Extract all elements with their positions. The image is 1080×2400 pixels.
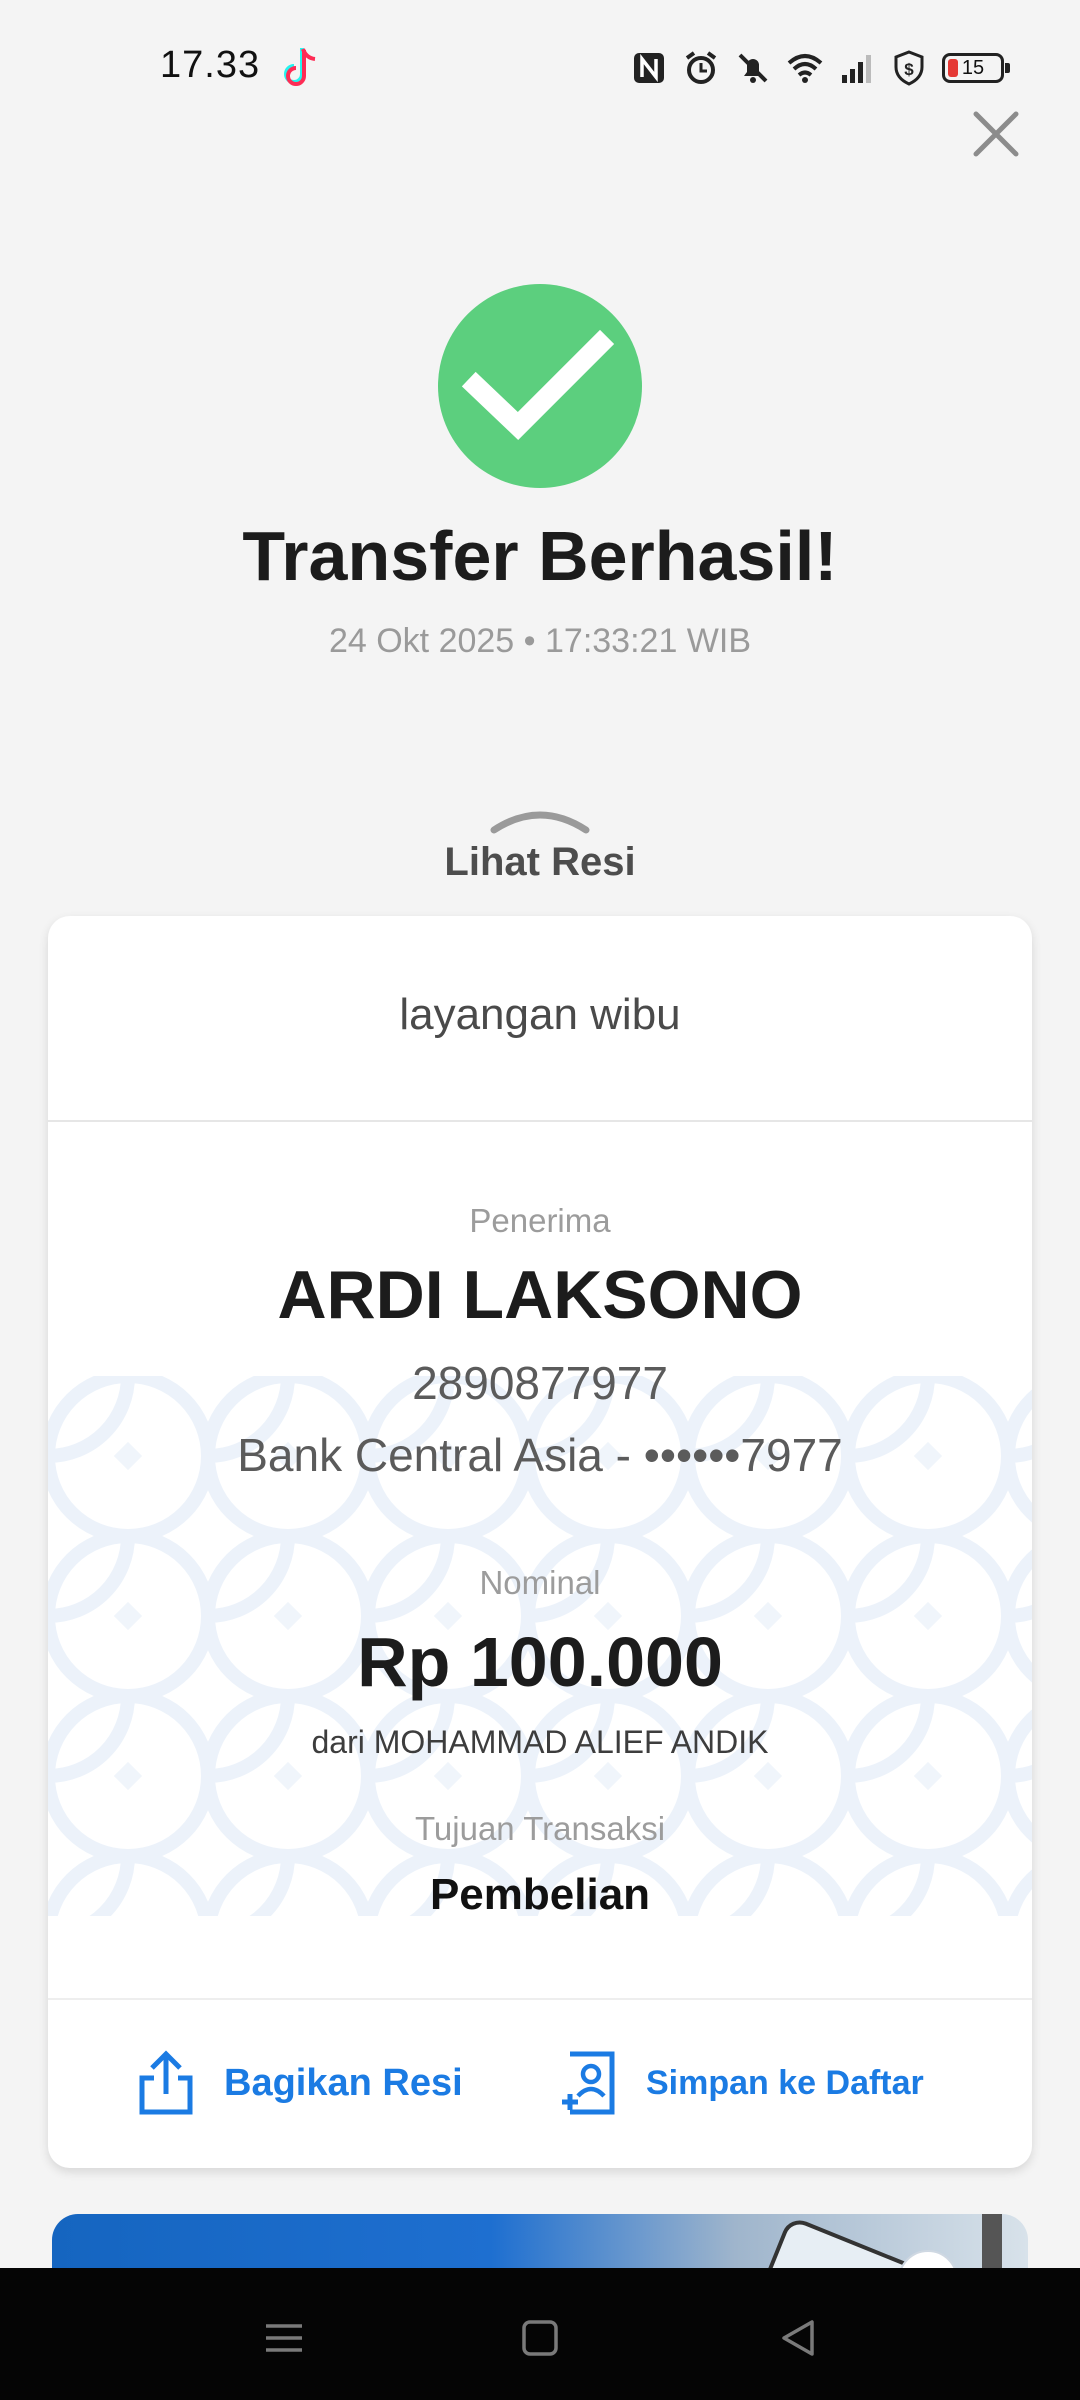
- battery-level: 15: [961, 56, 985, 79]
- dollar-shield-icon: $: [894, 50, 924, 86]
- divider: [48, 1120, 1032, 1122]
- signal-icon: [842, 55, 871, 83]
- sender-line: dari MOHAMMAD ALIEF ANDIK: [311, 1724, 769, 1760]
- add-contact-icon: [562, 2051, 615, 2115]
- status-bar: 17.33 $ 15: [0, 0, 1080, 130]
- save-to-list-label: Simpan ke Daftar: [646, 2063, 924, 2102]
- nfc-icon: [634, 53, 664, 83]
- status-icons: $ 15: [630, 46, 1010, 90]
- recipient-bank: Bank Central Asia - ••••••7977: [237, 1429, 843, 1481]
- save-to-list-button[interactable]: Simpan ke Daftar: [558, 2038, 924, 2128]
- view-receipt-toggle[interactable]: Lihat Resi: [390, 806, 690, 906]
- recipient-label: Penerima: [469, 1202, 611, 1239]
- home-icon[interactable]: [510, 2308, 570, 2368]
- back-icon[interactable]: [768, 2308, 828, 2368]
- success-check-icon: [438, 284, 642, 488]
- amount-value: Rp 100.000: [357, 1623, 723, 1701]
- recipient-name: ARDI LAKSONO: [277, 1257, 803, 1333]
- transfer-note: layangan wibu: [399, 990, 681, 1039]
- mute-icon: [738, 53, 768, 83]
- view-receipt-label: Lihat Resi: [444, 840, 636, 884]
- page-title: Transfer Berhasil!: [242, 517, 838, 595]
- chevron-up-icon: [490, 811, 590, 834]
- purpose-label: Tujuan Transaksi: [414, 1810, 666, 1847]
- transaction-datetime: 24 Okt 2025 • 17:33:21 WIB: [328, 622, 752, 660]
- recipient-account-number: 2890877977: [412, 1357, 668, 1409]
- battery-icon: 15: [942, 53, 1010, 83]
- system-nav-bar: [0, 2268, 1080, 2400]
- status-time: 17.33: [160, 44, 261, 86]
- divider: [48, 1998, 1032, 2000]
- share-receipt-label: Bagikan Resi: [224, 2061, 463, 2104]
- menu-icon[interactable]: [254, 2308, 314, 2368]
- share-icon: [139, 2050, 193, 2115]
- receipt-card: layangan wibu Penerima ARDI LAKSONO 2890…: [48, 916, 1032, 2168]
- close-icon[interactable]: [966, 104, 1026, 164]
- purpose-value: Pembelian: [429, 1870, 651, 1919]
- tiktok-icon: [284, 48, 316, 86]
- wifi-icon: [787, 54, 823, 83]
- amount-label: Nominal: [479, 1564, 601, 1601]
- share-receipt-button[interactable]: Bagikan Resi: [136, 2038, 463, 2128]
- svg-text:$: $: [904, 60, 914, 79]
- alarm-icon: [685, 51, 717, 84]
